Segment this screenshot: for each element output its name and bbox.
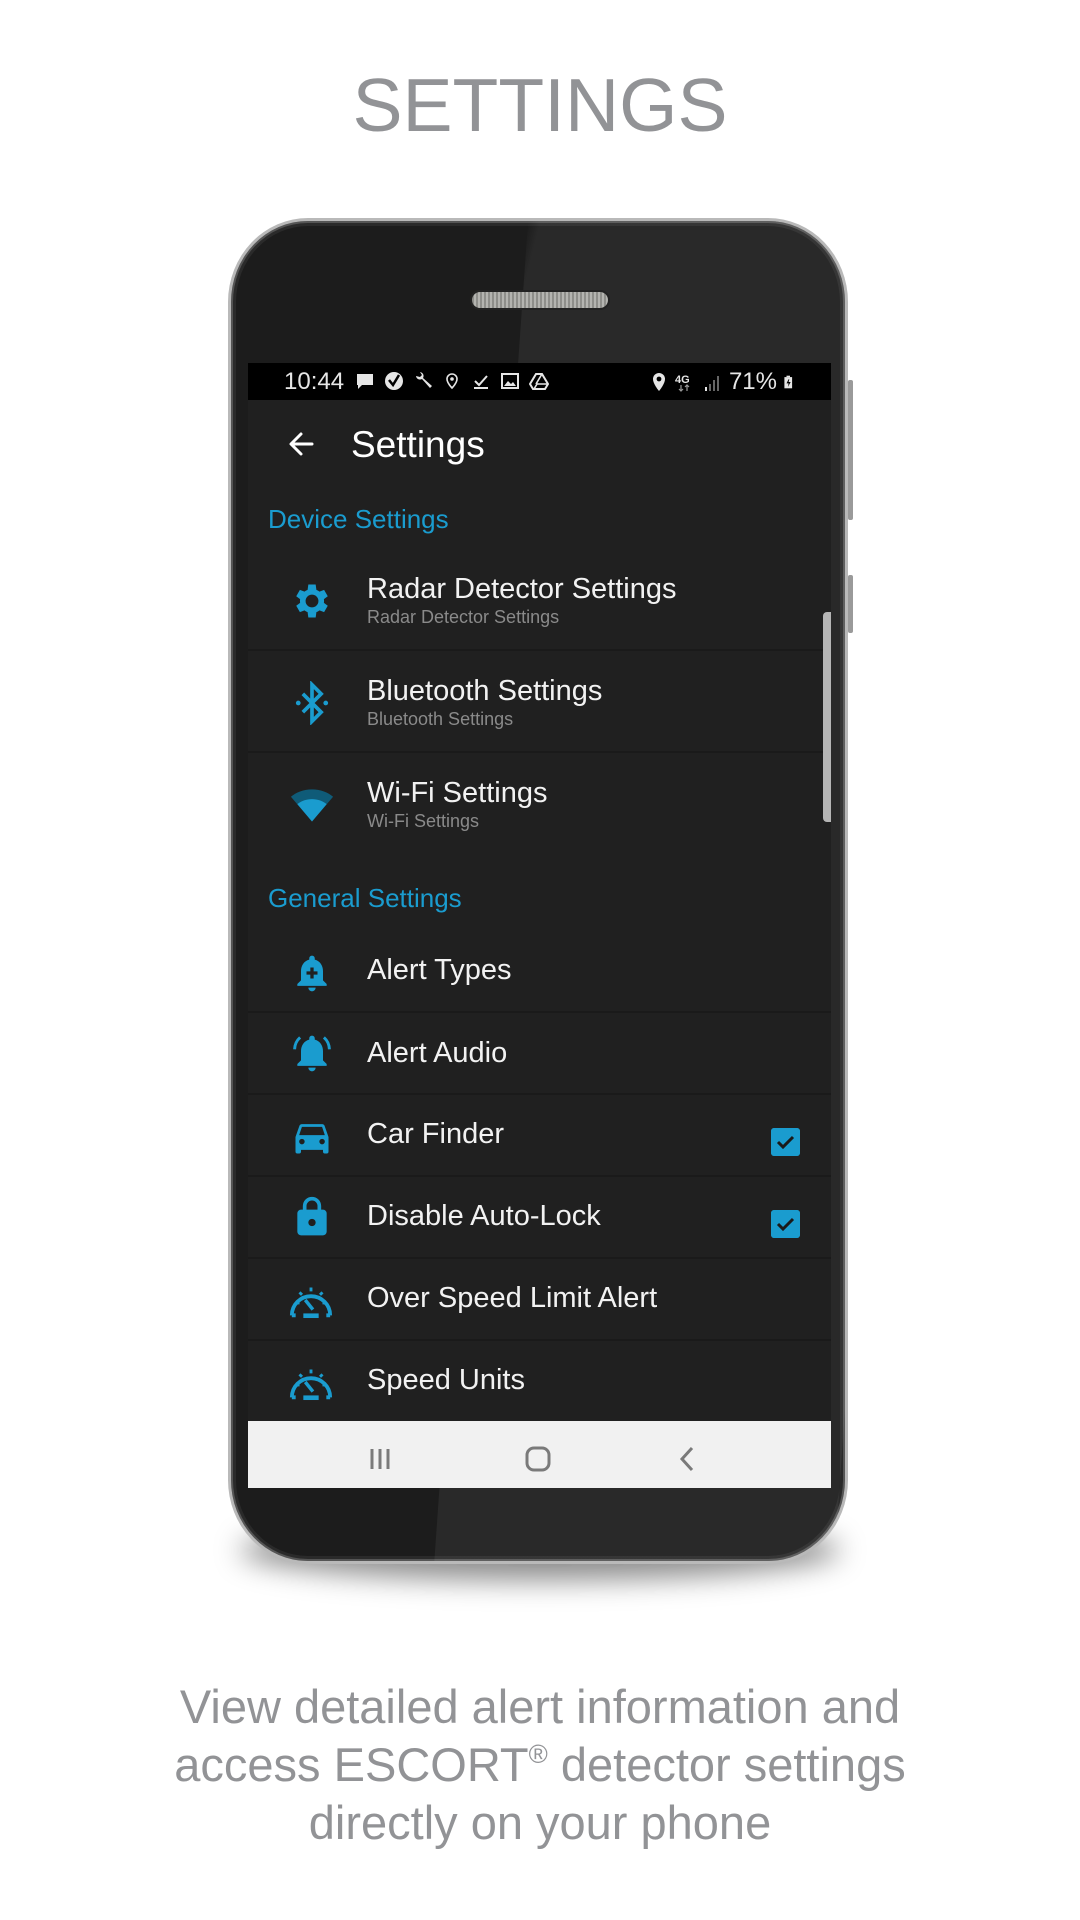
- speedometer-icon: [289, 1369, 333, 1401]
- settings-item-over-speed-limit-alert[interactable]: Over Speed Limit Alert: [248, 1259, 831, 1341]
- svg-text:4G: 4G: [675, 374, 690, 386]
- settings-item-alert-audio[interactable]: Alert Audio: [248, 1013, 831, 1095]
- recents-icon[interactable]: [360, 1439, 400, 1479]
- headline: SETTINGS: [352, 63, 728, 147]
- image-icon: [501, 373, 519, 389]
- drive-icon: [529, 373, 549, 390]
- caption-line-2-post: detector settings: [547, 1738, 906, 1791]
- caption-line-2-pre: access ESCORT: [174, 1738, 529, 1791]
- download-done-icon: [474, 375, 488, 389]
- notification-icons: [355, 370, 549, 392]
- arrow-left-icon[interactable]: [284, 426, 320, 462]
- signal-icon: [704, 376, 719, 391]
- page-title: Settings: [351, 424, 485, 465]
- message-icon: [357, 374, 373, 389]
- phone-screen: 10:44 4G 71% Settings Device Settings Ra…: [248, 363, 831, 1488]
- 4g-lte-icon: 4G: [675, 374, 690, 392]
- caption-line-1: View detailed alert information and: [179, 1680, 901, 1733]
- speedometer-icon: [289, 1287, 333, 1319]
- item-subtitle: Radar Detector Settings: [367, 607, 560, 627]
- settings-item-wifi[interactable]: Wi-Fi Settings Wi-Fi Settings: [248, 753, 831, 853]
- settings-item-bluetooth[interactable]: Bluetooth Settings Bluetooth Settings: [248, 651, 831, 753]
- item-title: Alert Audio: [367, 1037, 508, 1069]
- disable-auto-lock-checkbox[interactable]: [771, 1210, 800, 1238]
- item-title: Radar Detector Settings: [367, 573, 677, 605]
- settings-item-alert-types[interactable]: Alert Types: [248, 929, 831, 1013]
- wifi-icon: [290, 789, 334, 822]
- caption-line-3: directly on your phone: [308, 1796, 772, 1849]
- bluetooth-icon: [295, 681, 329, 725]
- scrollbar[interactable]: [823, 612, 831, 822]
- wrench-icon: [416, 372, 432, 388]
- bell-plus-icon: [297, 955, 327, 992]
- phone-power-button: [848, 575, 853, 633]
- item-title: Alert Types: [367, 954, 512, 986]
- back-chevron-icon[interactable]: [668, 1439, 708, 1479]
- item-title: Speed Units: [367, 1364, 525, 1396]
- caption-line-2: access ESCORT® detector settings: [0, 1736, 1080, 1794]
- bell-ringing-icon: [293, 1035, 331, 1072]
- app-bar: Settings: [248, 400, 831, 488]
- status-bar: 10:44 4G 71%: [248, 363, 831, 400]
- item-subtitle: Wi-Fi Settings: [367, 811, 480, 831]
- battery-percent: 71%: [728, 368, 777, 395]
- system-nav-bar: [248, 1421, 831, 1488]
- item-title: Over Speed Limit Alert: [367, 1282, 658, 1314]
- system-icons: 4G 71%: [649, 368, 797, 396]
- section-title-device-settings: Device Settings: [268, 504, 449, 534]
- status-time: 10:44: [284, 368, 345, 395]
- item-title: Bluetooth Settings: [367, 675, 603, 707]
- phone-volume-button: [848, 380, 853, 520]
- gear-icon: [296, 584, 328, 618]
- phone-speaker: [470, 290, 610, 310]
- location-pin-small-icon: [446, 373, 458, 390]
- item-title: Disable Auto-Lock: [367, 1200, 601, 1232]
- home-icon[interactable]: [518, 1439, 558, 1479]
- item-title: Car Finder: [367, 1118, 504, 1150]
- car-finder-checkbox[interactable]: [771, 1128, 800, 1156]
- caption: View detailed alert information and acce…: [0, 1678, 1080, 1852]
- section-title-general-settings: General Settings: [268, 883, 462, 913]
- car-icon: [295, 1124, 329, 1154]
- location-icon: [652, 373, 665, 391]
- verizon-check-icon: [385, 372, 403, 390]
- item-title: Wi-Fi Settings: [367, 777, 548, 809]
- registered-mark: ®: [528, 1739, 548, 1769]
- settings-item-speed-units[interactable]: Speed Units: [248, 1341, 831, 1423]
- lock-icon: [297, 1196, 327, 1236]
- battery-charging-icon: [784, 375, 793, 389]
- settings-item-disable-auto-lock[interactable]: Disable Auto-Lock: [248, 1177, 831, 1259]
- settings-item-car-finder[interactable]: Car Finder: [248, 1095, 831, 1177]
- item-subtitle: Bluetooth Settings: [367, 709, 514, 729]
- settings-item-radar-detector[interactable]: Radar Detector Settings Radar Detector S…: [248, 549, 831, 651]
